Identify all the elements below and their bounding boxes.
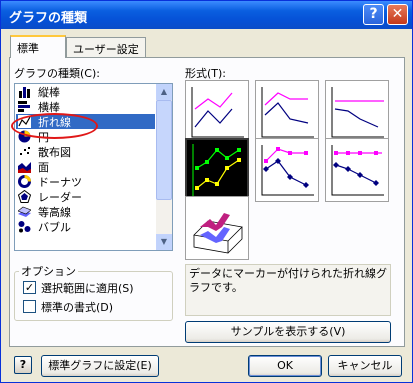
percent-stacked-line-markers-thumbnail-icon: [331, 145, 384, 196]
subtype-line[interactable]: [185, 80, 249, 144]
donut-chart-icon: [18, 175, 31, 188]
window-title: グラフの種類: [9, 11, 88, 26]
subtype-100-stacked-line[interactable]: [325, 80, 389, 144]
subtype-stacked-line-markers[interactable]: [255, 138, 319, 202]
stacked-line-markers-thumbnail-icon: [261, 145, 314, 196]
tab-custom[interactable]: ユーザー設定: [66, 37, 146, 58]
list-item-surface[interactable]: 等高線: [16, 204, 155, 219]
column-chart-icon: [19, 87, 30, 98]
chart-type-label: グラフの種類(C):: [14, 67, 100, 80]
subtype-100-stacked-line-markers[interactable]: [325, 138, 389, 202]
scroll-up-button[interactable]: ▲: [156, 84, 172, 100]
highlight-annotation-ellipse: [11, 113, 98, 139]
help-button[interactable]: ?: [363, 4, 384, 25]
help-icon[interactable]: ?: [14, 356, 32, 374]
list-item-scatter[interactable]: 散布図: [16, 144, 155, 159]
show-sample-button[interactable]: サンプルを表示する(V): [185, 321, 391, 343]
tab-standard[interactable]: 標準: [10, 35, 66, 58]
subtype-label: 形式(T):: [185, 67, 227, 80]
scatter-chart-icon: [20, 147, 30, 155]
list-scrollbar[interactable]: ▲ ▼: [156, 84, 172, 250]
subtype-line-markers[interactable]: [185, 138, 249, 202]
chart-type-dialog: グラフの種類 ? ✕ 標準 ユーザー設定 グラフの種類(C): 縦棒 横棒 折れ…: [0, 0, 413, 383]
scroll-thumb[interactable]: [156, 100, 172, 200]
bar-chart-icon: [18, 101, 30, 112]
set-default-chart-button[interactable]: 標準グラフに設定(E): [41, 355, 159, 377]
surface-chart-icon: [18, 206, 31, 217]
line-thumbnail-icon: [191, 87, 244, 138]
list-item-bubble[interactable]: バブル: [16, 219, 155, 234]
apply-to-selection-checkbox[interactable]: ✓: [23, 281, 36, 294]
cancel-button[interactable]: キャンセル: [328, 355, 402, 377]
subtype-stacked-line[interactable]: [255, 80, 319, 144]
area-chart-icon: [18, 162, 31, 173]
title-bar[interactable]: グラフの種類 ? ✕: [1, 1, 412, 29]
radar-chart-icon: [18, 190, 31, 203]
default-formatting-checkbox[interactable]: [23, 300, 36, 313]
options-legend: オプション: [19, 263, 78, 279]
default-formatting-label[interactable]: 標準の書式(D): [41, 299, 113, 315]
list-item-column[interactable]: 縦棒: [16, 84, 155, 99]
bubble-chart-icon: [18, 221, 31, 233]
list-item-radar[interactable]: レーダー: [16, 189, 155, 204]
line-markers-thumbnail-icon: [192, 144, 247, 199]
list-item-donut[interactable]: ドーナツ: [16, 174, 155, 189]
list-item-bar[interactable]: 横棒: [16, 99, 155, 114]
list-item-area[interactable]: 面: [16, 159, 155, 174]
3d-line-thumbnail-icon: [193, 213, 243, 254]
description-box: データにマーカーが付けられた折れ線グラフです。: [185, 264, 391, 316]
close-button[interactable]: ✕: [387, 4, 408, 25]
apply-to-selection-label[interactable]: 選択範囲に適用(S): [41, 280, 134, 296]
ok-button[interactable]: OK: [248, 355, 322, 377]
scroll-down-button[interactable]: ▼: [156, 234, 172, 250]
subtype-3d-line[interactable]: [185, 196, 249, 260]
stacked-line-thumbnail-icon: [261, 87, 314, 138]
chart-type-list[interactable]: 縦棒 横棒 折れ線 円 散布図 面 ドーナツ レーダー 等高線 バブル ▲ ▼: [14, 83, 173, 251]
percent-stacked-line-thumbnail-icon: [331, 87, 384, 138]
description-text: データにマーカーが付けられた折れ線グラフです。: [189, 267, 387, 294]
